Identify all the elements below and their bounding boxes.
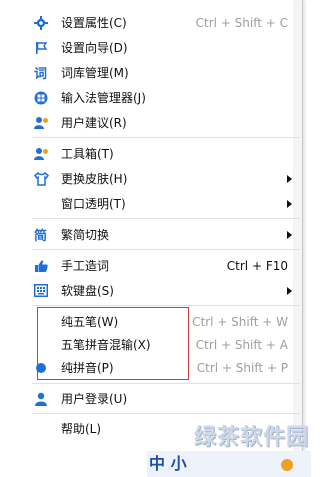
menu-item-label: 词库管理(M) xyxy=(61,66,129,80)
menu-item-label: 用户登录(U) xyxy=(61,392,128,406)
menu-item-label: 更换皮肤(H) xyxy=(61,172,128,186)
menu-item-shortcut: Ctrl + F10 xyxy=(226,258,288,273)
watermark: 绿茶软件园 中 小 xyxy=(147,413,311,477)
menu-item-shortcut: Ctrl + Shift + C xyxy=(195,15,288,30)
menu-item-settings[interactable]: 设置属性(C) Ctrl + Shift + C xyxy=(0,10,302,35)
menu-item-user-feedback[interactable]: 用户建议(R) xyxy=(0,110,302,135)
menu-item-label: 设置向导(D) xyxy=(61,41,128,55)
keyboard-icon xyxy=(33,283,49,299)
menu-item-label: 手工造词 xyxy=(61,259,110,273)
menu-item-shortcut: Ctrl + Shift + P xyxy=(196,360,288,375)
input-method-context-menu: 设置属性(C) Ctrl + Shift + C 设置向导(D) 词 词库管理(… xyxy=(0,0,303,477)
menu-item-ime-manager[interactable]: 输入法管理器(J) xyxy=(0,85,302,110)
submenu-arrow-icon xyxy=(287,174,292,183)
menu-separator xyxy=(32,305,300,306)
menu-item-label: 窗口透明(T) xyxy=(61,197,126,211)
gear-icon xyxy=(33,15,49,31)
person-icon xyxy=(33,391,49,407)
submenu-arrow-icon xyxy=(287,199,292,208)
menu-separator xyxy=(32,218,300,219)
traditional-simplified-icon: 简 xyxy=(33,227,49,243)
toolbox-icon xyxy=(33,146,49,162)
menu-separator xyxy=(32,249,300,250)
flag-icon xyxy=(33,40,49,56)
svg-text:词: 词 xyxy=(34,67,47,80)
watermark-band: 中 小 xyxy=(147,451,311,477)
menu-item-change-skin[interactable]: 更换皮肤(H) xyxy=(0,166,302,191)
watermark-title: 绿茶软件园 xyxy=(193,425,309,450)
menu-item-label: 设置属性(C) xyxy=(61,16,127,30)
highlight-box xyxy=(37,307,189,380)
sun-icon xyxy=(281,459,293,471)
menu-item-label: 用户建议(R) xyxy=(61,116,127,130)
menu-item-label: 繁简切换 xyxy=(61,228,110,242)
svg-text:简: 简 xyxy=(34,228,47,242)
menu-item-manual-word[interactable]: 手工造词 Ctrl + F10 xyxy=(0,253,302,278)
hand-icon xyxy=(33,258,49,274)
menu-item-label: 输入法管理器(J) xyxy=(61,91,146,105)
manager-icon xyxy=(33,90,49,106)
dictionary-icon: 词 xyxy=(33,65,49,81)
menu-item-label: 帮助(L) xyxy=(61,422,102,436)
menu-item-setup-wizard[interactable]: 设置向导(D) xyxy=(0,35,302,60)
submenu-arrow-icon xyxy=(287,286,292,295)
menu-separator xyxy=(32,137,300,138)
shirt-icon xyxy=(33,171,49,187)
menu-item-label: 工具箱(T) xyxy=(61,147,114,161)
menu-item-window-transparency[interactable]: 窗口透明(T) xyxy=(0,191,302,216)
menu-item-traditional-simplified[interactable]: 简 繁简切换 xyxy=(0,222,302,247)
menu-item-shortcut: Ctrl + Shift + A xyxy=(195,337,288,352)
menu-item-toolbox[interactable]: 工具箱(T) xyxy=(0,141,302,166)
watermark-band-text: 中 小 xyxy=(149,454,187,473)
menu-item-dictionary-manage[interactable]: 词 词库管理(M) xyxy=(0,60,302,85)
menu-item-shortcut: Ctrl + Shift + W xyxy=(192,314,288,329)
menu-item-soft-keyboard[interactable]: 软键盘(S) xyxy=(0,278,302,303)
menu-separator xyxy=(32,383,300,384)
user-feedback-icon xyxy=(33,115,49,131)
menu-item-label: 软键盘(S) xyxy=(61,284,114,298)
menu-item-user-login[interactable]: 用户登录(U) xyxy=(0,386,302,411)
submenu-arrow-icon xyxy=(287,230,292,239)
